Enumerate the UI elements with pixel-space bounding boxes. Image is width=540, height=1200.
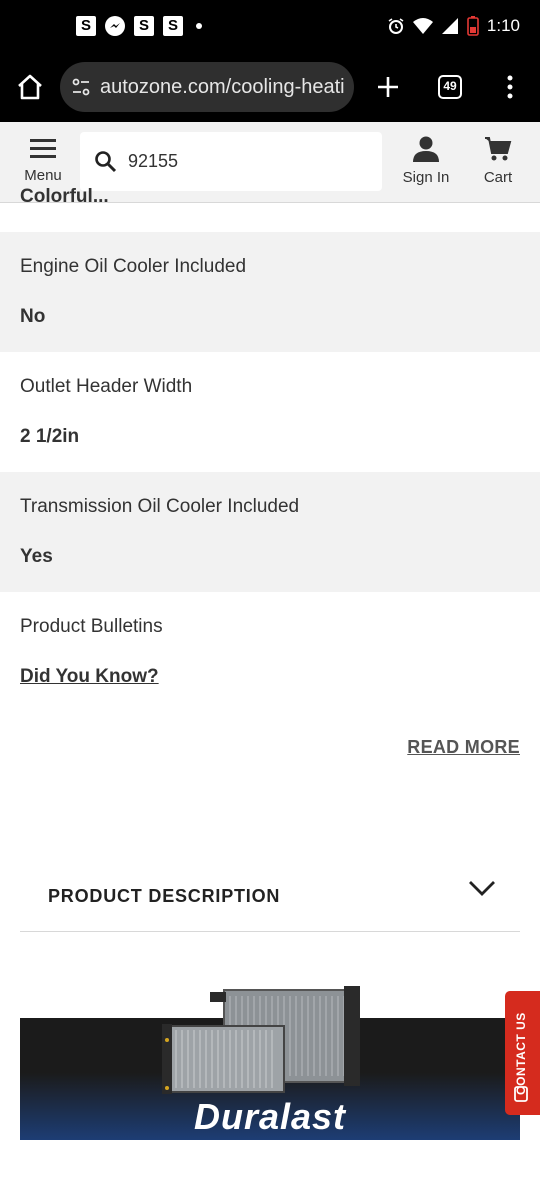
url-text: autozone.com/cooling-heating xyxy=(100,75,344,98)
notif-s-icon: S xyxy=(76,16,96,36)
product-description-title: PRODUCT DESCRIPTION xyxy=(48,886,281,906)
contact-us-button[interactable]: CONTACT US xyxy=(505,991,540,1115)
spec-row: Outlet Header Width 2 1/2in xyxy=(0,352,540,472)
chevron-down-icon xyxy=(469,881,495,896)
more-notifications-icon xyxy=(196,23,202,29)
read-more-link[interactable]: READ MORE xyxy=(407,737,520,758)
cart-button[interactable]: Cart xyxy=(478,136,518,186)
signal-icon xyxy=(441,18,458,34)
duralast-logo: Duralast xyxy=(193,1096,347,1137)
search-query: 92155 xyxy=(128,151,179,171)
spec-label: Transmission Oil Cooler Included xyxy=(20,496,300,517)
sign-in-button[interactable]: Sign In xyxy=(398,136,454,186)
status-bar: S S S 1:10 xyxy=(0,0,540,54)
clock: 1:10 xyxy=(486,16,520,35)
cart-label: Cart xyxy=(483,169,513,186)
address-bar[interactable]: autozone.com/cooling-heating xyxy=(60,62,354,112)
spec-value: Yes xyxy=(20,546,53,567)
search-input[interactable]: 92155 xyxy=(80,132,382,191)
wifi-icon xyxy=(412,18,433,34)
sign-in-label: Sign In xyxy=(402,169,450,186)
battery-icon xyxy=(467,16,479,36)
more-options-icon[interactable] xyxy=(498,71,522,103)
notif-s-icon: S xyxy=(134,16,154,36)
tab-switcher-button[interactable]: 49 xyxy=(438,75,462,99)
site-info-icon[interactable] xyxy=(70,76,92,98)
duralast-banner-image: Duralast xyxy=(20,986,520,1140)
menu-button[interactable]: Menu xyxy=(20,138,66,184)
messenger-icon xyxy=(105,16,125,36)
cut-off-spec-value: Colorful... xyxy=(20,186,109,207)
hamburger-icon xyxy=(30,139,56,158)
spec-label: Product Bulletins xyxy=(20,616,163,637)
notif-s-icon: S xyxy=(163,16,183,36)
menu-label: Menu xyxy=(24,167,62,184)
system-navigation-bar xyxy=(0,1158,540,1200)
chat-icon xyxy=(514,1086,528,1102)
cart-icon xyxy=(485,137,512,161)
contact-us-label: CONTACT US xyxy=(514,1012,528,1095)
new-tab-icon[interactable] xyxy=(372,71,404,103)
spec-value: No xyxy=(20,306,46,327)
user-icon xyxy=(413,136,439,162)
spec-row: Transmission Oil Cooler Included Yes xyxy=(0,472,540,592)
spec-row: Engine Oil Cooler Included No xyxy=(0,232,540,352)
did-you-know-link[interactable]: Did You Know? xyxy=(20,666,159,688)
radiator-image-front xyxy=(162,1024,285,1094)
spec-label: Engine Oil Cooler Included xyxy=(20,256,247,277)
spec-row: Product Bulletins Did You Know? xyxy=(0,592,540,712)
home-icon[interactable] xyxy=(14,71,46,103)
search-icon xyxy=(95,150,117,172)
notification-icons: S S S xyxy=(76,16,202,36)
product-description-toggle[interactable]: PRODUCT DESCRIPTION xyxy=(20,862,520,932)
alarm-icon xyxy=(388,18,404,34)
browser-toolbar: autozone.com/cooling-heating 49 xyxy=(0,54,540,122)
spec-label: Outlet Header Width xyxy=(20,376,193,397)
spec-value: 2 1/2in xyxy=(20,426,80,447)
